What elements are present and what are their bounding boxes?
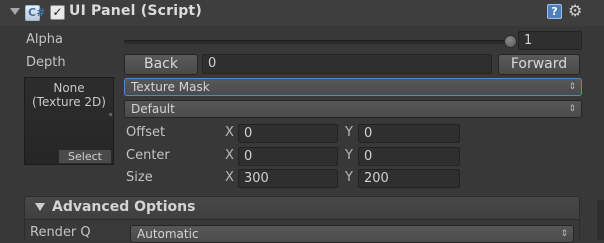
size-label: Size bbox=[126, 170, 153, 185]
depth-label: Depth bbox=[26, 55, 66, 70]
center-y-axis-label: Y bbox=[345, 148, 353, 163]
clipping-mode-value: Texture Mask bbox=[131, 80, 210, 94]
blend-mode-dropdown[interactable]: Default ⇕ bbox=[124, 100, 582, 118]
offset-x-axis-label: X bbox=[225, 125, 234, 140]
dropdown-arrows-icon: ⇕ bbox=[568, 82, 576, 92]
offset-label: Offset bbox=[126, 125, 166, 140]
texture-select-button[interactable]: Select bbox=[58, 149, 112, 164]
render-q-value: Automatic bbox=[137, 227, 199, 241]
help-icon[interactable]: ? bbox=[547, 4, 562, 19]
csharp-script-icon: C# bbox=[25, 5, 45, 21]
foldout-small-icon: ₑ bbox=[109, 109, 113, 119]
advanced-options-label: Advanced Options bbox=[52, 199, 196, 215]
texture-none-label: None bbox=[53, 81, 85, 95]
alpha-value-field[interactable]: 1 bbox=[518, 31, 582, 50]
size-x-axis-label: X bbox=[225, 170, 234, 185]
depth-value-field[interactable]: 0 bbox=[202, 54, 492, 74]
offset-y-axis-label: Y bbox=[345, 125, 353, 140]
scrollbar[interactable] bbox=[597, 200, 604, 240]
offset-x-field[interactable]: 0 bbox=[238, 124, 338, 143]
back-button[interactable]: Back bbox=[124, 54, 198, 75]
gear-icon[interactable]: ⚙ bbox=[568, 1, 582, 20]
size-x-field[interactable]: 300 bbox=[238, 169, 338, 188]
foldout-arrow-icon[interactable] bbox=[35, 203, 45, 211]
collapse-arrow-icon[interactable] bbox=[10, 8, 20, 15]
center-label: Center bbox=[126, 148, 170, 163]
center-y-field[interactable]: 0 bbox=[358, 147, 460, 166]
component-enabled-checkbox[interactable]: ✓ bbox=[50, 5, 65, 20]
offset-y-field[interactable]: 0 bbox=[358, 124, 460, 143]
blend-mode-value: Default bbox=[131, 102, 175, 116]
render-q-dropdown[interactable]: Automatic ⇕ bbox=[130, 225, 574, 243]
forward-button[interactable]: Forward bbox=[498, 54, 580, 75]
size-y-axis-label: Y bbox=[345, 170, 353, 185]
dropdown-arrows-icon: ⇕ bbox=[568, 104, 576, 114]
center-x-field[interactable]: 0 bbox=[238, 147, 338, 166]
alpha-slider-track[interactable] bbox=[124, 40, 514, 44]
size-y-field[interactable]: 200 bbox=[358, 169, 460, 188]
center-x-axis-label: X bbox=[225, 148, 234, 163]
clipping-mode-dropdown[interactable]: Texture Mask ⇕ bbox=[124, 78, 582, 96]
alpha-slider-handle[interactable] bbox=[504, 35, 517, 48]
alpha-label: Alpha bbox=[26, 32, 63, 47]
texture-type-label: (Texture 2D) bbox=[32, 95, 106, 109]
component-title: UI Panel (Script) bbox=[69, 3, 202, 19]
render-q-label: Render Q bbox=[30, 225, 91, 240]
